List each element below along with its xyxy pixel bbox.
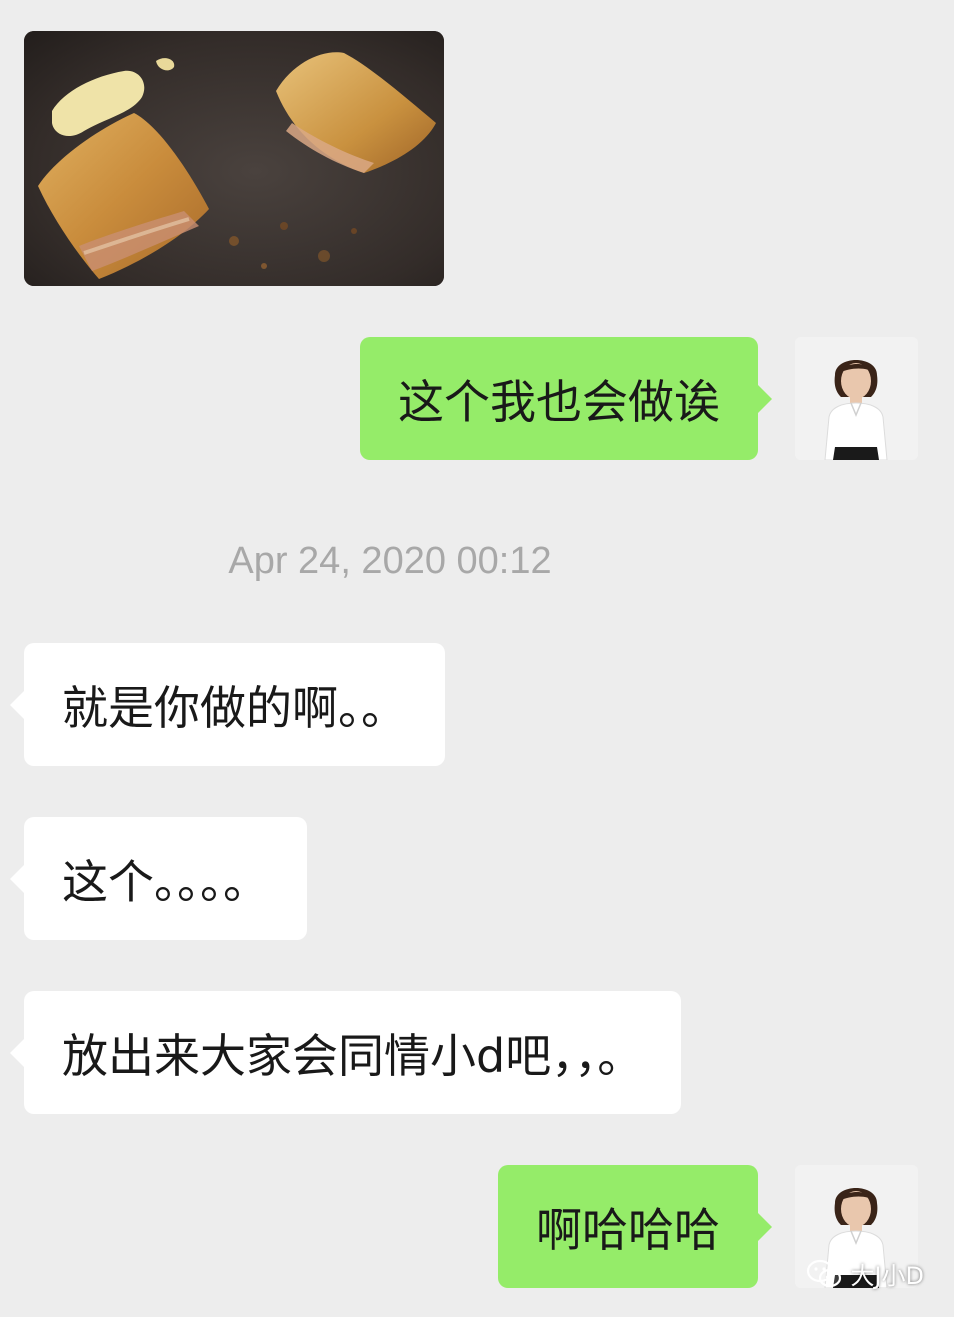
incoming-message-bubble[interactable]: 这个。。。。 xyxy=(10,817,307,940)
message-text: 放出来大家会同情小d吧，，。 xyxy=(62,1028,644,1083)
wechat-icon xyxy=(807,1259,842,1287)
watermark: 大J小D xyxy=(806,1256,924,1291)
user-avatar[interactable] xyxy=(795,337,918,460)
message-text: 这个我也会做诶 xyxy=(398,374,720,429)
message-timestamp: Apr 24, 2020 00:12 xyxy=(228,540,552,582)
outgoing-message-bubble[interactable]: 啊哈哈哈 xyxy=(498,1165,772,1288)
profile-photo-icon xyxy=(795,337,918,460)
message-text: 啊哈哈哈 xyxy=(536,1202,720,1257)
message-text: 这个。。。。 xyxy=(62,854,269,909)
incoming-message-bubble[interactable]: 放出来大家会同情小d吧，，。 xyxy=(9,991,682,1114)
incoming-message-bubble[interactable]: 就是你做的啊。。 xyxy=(10,643,445,766)
outgoing-message-bubble[interactable]: 这个我也会做诶 xyxy=(360,337,772,460)
watermark-text: 大J小D xyxy=(850,1262,924,1290)
chat-image-message[interactable] xyxy=(24,31,444,286)
message-text: 就是你做的啊。。 xyxy=(62,680,407,735)
fried-toast-photo-icon xyxy=(24,31,444,286)
